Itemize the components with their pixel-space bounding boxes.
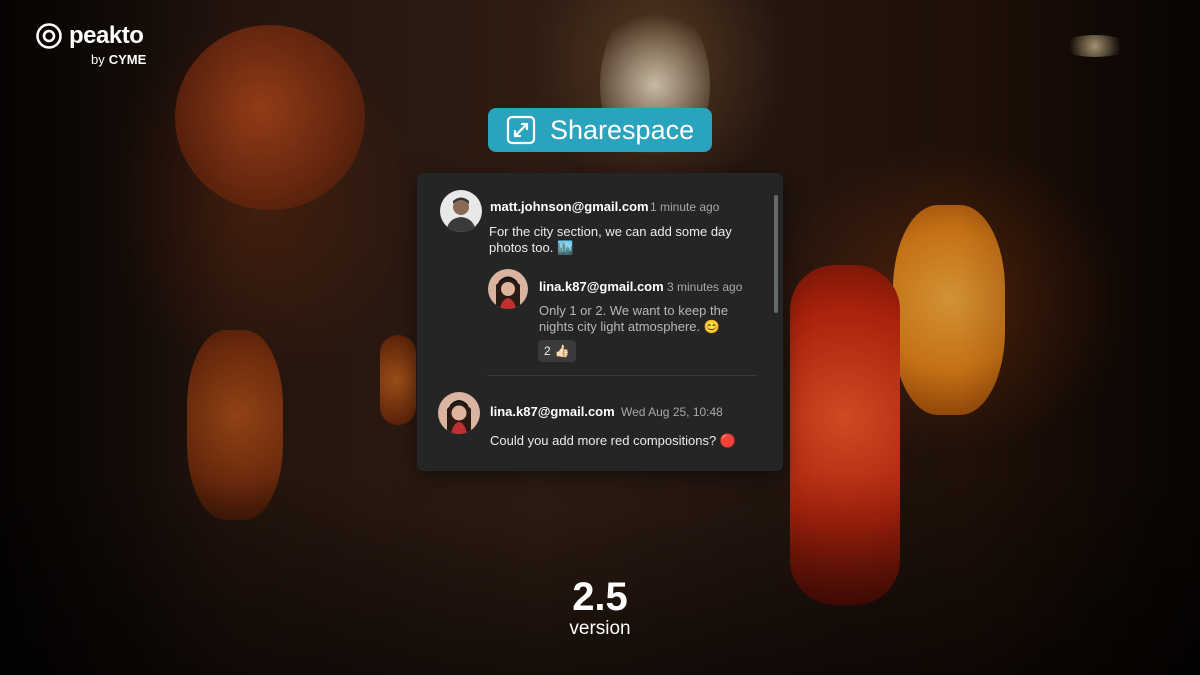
avatar-icon [440, 190, 482, 232]
thumbs-up-icon: 👍🏻 [554, 344, 570, 358]
peakto-logo: peakto by CYME [35, 22, 146, 67]
comment-author[interactable]: matt.johnson@gmail.com [490, 199, 649, 214]
comment-time: 1 minute ago [650, 200, 720, 214]
avatar [440, 190, 482, 232]
brand-byline: by CYME [91, 52, 146, 67]
avatar [488, 269, 528, 309]
version-number: 2.5 [572, 575, 628, 619]
avatar-icon [488, 269, 528, 309]
comment-author[interactable]: lina.k87@gmail.com [490, 404, 615, 419]
brand-company: CYME [108, 52, 147, 67]
reply-author[interactable]: lina.k87@gmail.com [539, 279, 664, 294]
comments-panel[interactable]: matt.johnson@gmail.com 1 minute ago For … [417, 173, 783, 471]
share-arrows-icon [506, 115, 536, 145]
sharespace-badge: Sharespace [488, 108, 712, 152]
reaction-button[interactable]: 2 👍🏻 [538, 340, 576, 362]
reaction-count: 2 [544, 344, 551, 358]
comment-divider [487, 375, 757, 376]
avatar [438, 392, 480, 434]
brand-by: by [91, 52, 105, 67]
peakto-logo-icon [36, 23, 62, 49]
comment-text: For the city section, we can add some da… [489, 224, 732, 255]
version-label: version [569, 618, 631, 639]
version-info: 2.5 version [0, 575, 1200, 639]
sharespace-label: Sharespace [550, 114, 695, 145]
comment-time: Wed Aug 25, 10:48 [621, 405, 723, 419]
avatar-icon [438, 392, 480, 434]
reply-time: 3 minutes ago [667, 280, 743, 294]
comment-text: Could you add more red compositions? 🔴 [490, 433, 736, 448]
panel-scrollbar[interactable] [774, 195, 778, 313]
brand-name: peakto [69, 22, 144, 49]
reply-text: Only 1 or 2. We want to keep the nights … [539, 303, 729, 334]
